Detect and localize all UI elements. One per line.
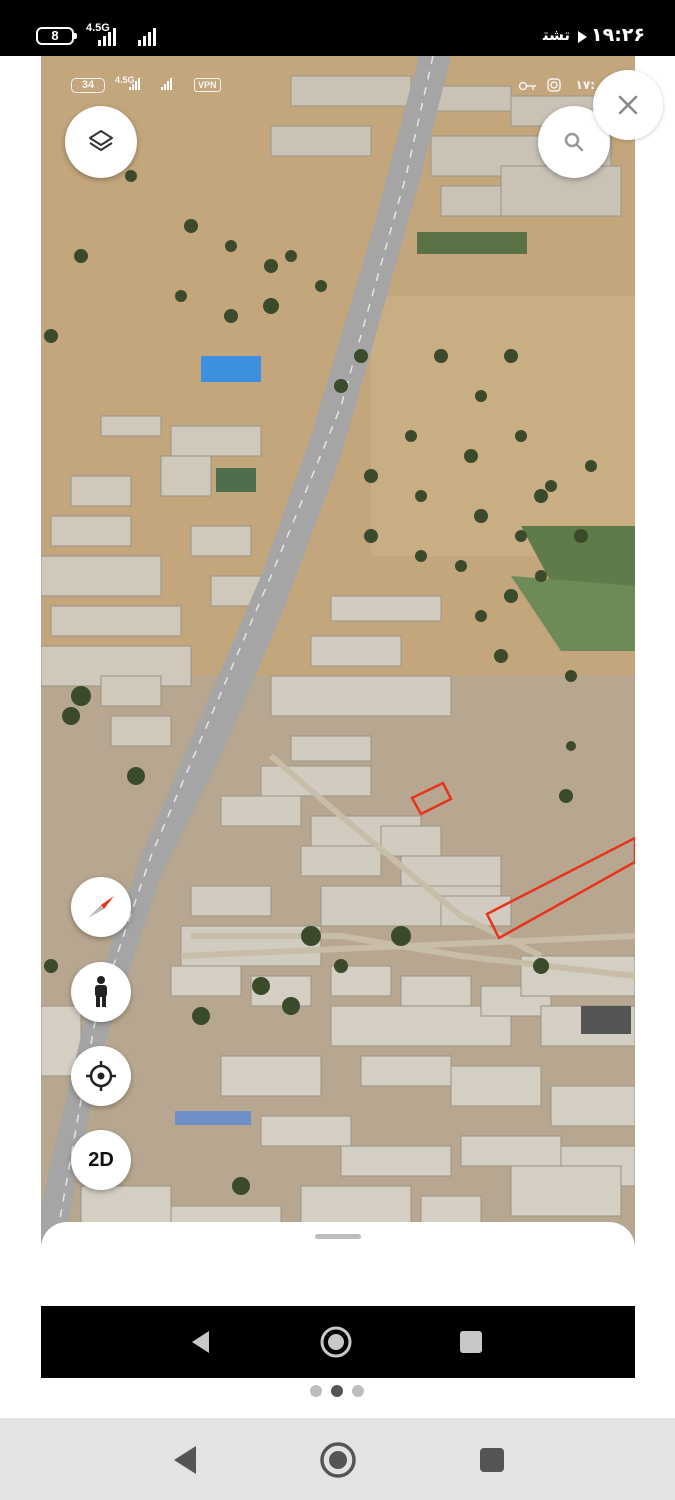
embedded-battery: 34 bbox=[71, 78, 105, 93]
signal-icon bbox=[98, 26, 116, 46]
page-dot[interactable] bbox=[352, 1385, 364, 1397]
street-view-button[interactable] bbox=[71, 962, 131, 1022]
embedded-status-bar: 34 4.5G VPN ۱۷: bbox=[41, 74, 635, 98]
battery-level: 8 bbox=[51, 28, 59, 43]
embedded-nav-bar bbox=[41, 1306, 635, 1378]
home-icon[interactable] bbox=[318, 1324, 354, 1360]
signal-icon-2 bbox=[138, 26, 156, 46]
compass-button[interactable] bbox=[71, 877, 131, 937]
device-status-bar: 8 4.5G ﺗﺸﺘ ۱۹:۲۶ bbox=[0, 0, 675, 56]
embedded-signal-icon-2 bbox=[161, 78, 172, 90]
view-mode-label: 2D bbox=[88, 1148, 114, 1171]
vpn-badge: VPN bbox=[194, 78, 221, 92]
crosshair-icon bbox=[86, 1061, 116, 1091]
back-icon[interactable] bbox=[172, 1445, 198, 1475]
carrier-label: ﺗﺸﺘ bbox=[542, 26, 570, 44]
embedded-clock: ۱۷: bbox=[575, 78, 595, 92]
person-icon bbox=[95, 976, 107, 1007]
recents-icon[interactable] bbox=[479, 1447, 505, 1473]
compass-icon bbox=[88, 896, 114, 918]
recents-icon[interactable] bbox=[459, 1330, 483, 1354]
back-icon[interactable] bbox=[189, 1329, 213, 1355]
close-icon bbox=[618, 95, 638, 115]
search-icon bbox=[564, 132, 584, 152]
battery-indicator: 8 bbox=[36, 27, 77, 45]
layers-icon bbox=[89, 130, 113, 151]
layers-button[interactable] bbox=[65, 106, 137, 178]
embedded-battery-level: 34 bbox=[81, 79, 95, 91]
device-nav-bar bbox=[0, 1418, 675, 1500]
page-dot-active[interactable] bbox=[331, 1385, 343, 1397]
page-dot[interactable] bbox=[310, 1385, 322, 1397]
sheet-drag-handle[interactable] bbox=[315, 1234, 361, 1239]
bottom-sheet[interactable] bbox=[41, 1222, 635, 1282]
device-clock: ۱۹:۲۶ bbox=[591, 24, 645, 46]
play-icon bbox=[578, 31, 587, 43]
home-icon[interactable] bbox=[318, 1440, 358, 1480]
page-indicator bbox=[310, 1385, 364, 1397]
view-mode-toggle[interactable]: 2D bbox=[71, 1130, 131, 1190]
my-location-button[interactable] bbox=[71, 1046, 131, 1106]
embedded-signal-icon bbox=[129, 78, 140, 90]
satellite-map[interactable]: 34 4.5G VPN ۱۷: 2D bbox=[41, 56, 635, 1258]
key-icon bbox=[519, 81, 536, 91]
close-button[interactable] bbox=[593, 70, 663, 140]
instagram-icon bbox=[547, 78, 561, 92]
